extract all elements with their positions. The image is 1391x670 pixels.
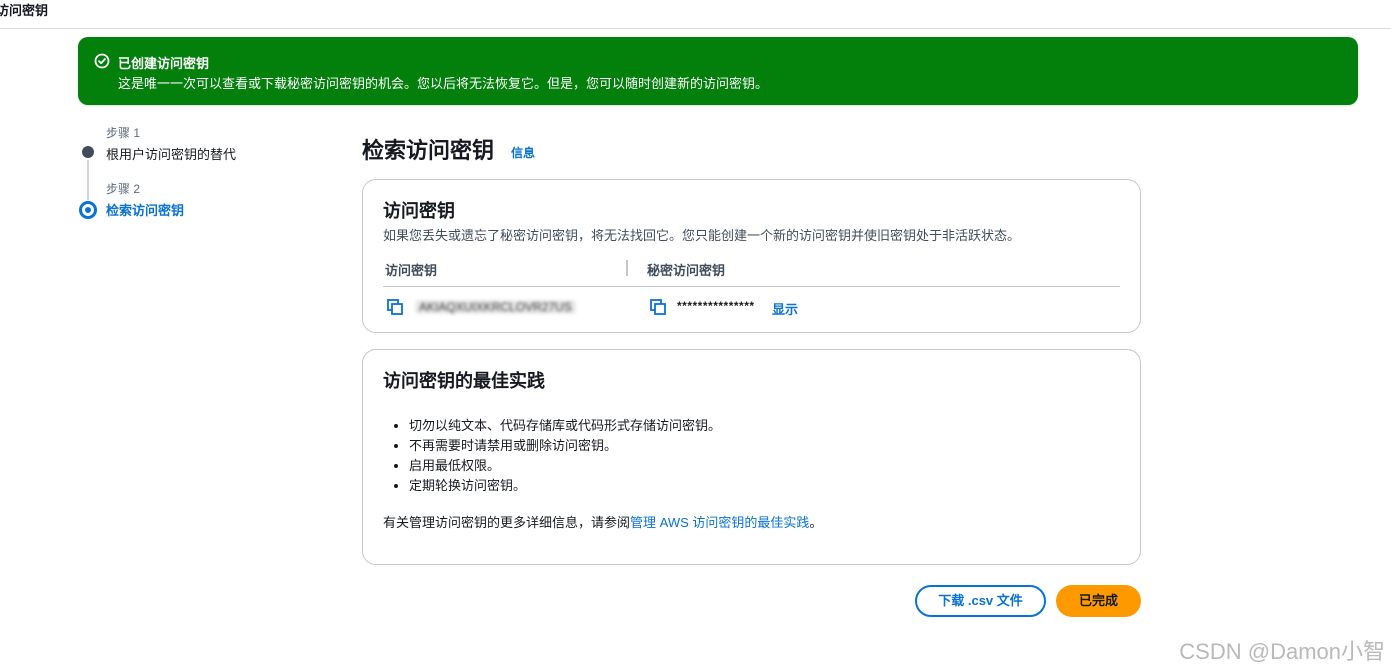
watermark: CSDN @Damon小智: [1179, 639, 1385, 664]
secret-key-masked-value: ***************: [677, 299, 755, 313]
wizard-steps: 步骤 1 根用户访问密钥的替代 步骤 2 检索访问密钥: [78, 120, 338, 230]
list-item: 不再需要时请禁用或删除访问密钥。: [409, 436, 721, 456]
step-connector-line: [87, 160, 89, 200]
column-header-access-key: 访问密钥: [385, 263, 438, 278]
flash-title: 已创建访问密钥: [118, 56, 210, 71]
best-practices-more-info: 有关管理访问密钥的更多详细信息，请参阅管理 AWS 访问密钥的最佳实践。: [383, 512, 822, 531]
access-key-card-title: 访问密钥: [383, 201, 455, 221]
list-item: 定期轮换访问密钥。: [409, 476, 721, 496]
column-header-secret-key: 秘密访问密钥: [647, 263, 726, 278]
best-practices-list: 切勿以纯文本、代码存储库或代码形式存储访问密钥。 不再需要时请禁用或删除访问密钥…: [383, 416, 721, 496]
table-divider: [383, 286, 1120, 287]
check-circle-icon: [94, 53, 110, 69]
info-link[interactable]: 信息: [511, 144, 535, 161]
best-practices-card: 访问密钥的最佳实践 切勿以纯文本、代码存储库或代码形式存储访问密钥。 不再需要时…: [362, 349, 1141, 565]
success-flash-banner: 已创建访问密钥 这是唯一一次可以查看或下载秘密访问密钥的机会。您以后将无法恢复它…: [78, 37, 1358, 105]
step-1-number: 步骤 1: [106, 126, 141, 140]
list-item: 启用最低权限。: [409, 456, 721, 476]
breadcrumb[interactable]: 访问密钥: [0, 0, 48, 19]
step-1-completed-dot: [82, 146, 94, 158]
access-key-value: AKIAQXUIXKRCLOVR27US: [415, 300, 576, 314]
show-secret-link[interactable]: 显示: [772, 299, 798, 318]
page-title: 检索访问密钥: [362, 138, 495, 163]
best-practices-link[interactable]: 管理 AWS 访问密钥的最佳实践: [630, 515, 809, 530]
copy-icon[interactable]: [387, 299, 403, 315]
list-item: 切勿以纯文本、代码存储库或代码形式存储访问密钥。: [409, 416, 721, 436]
step-2-number: 步骤 2: [106, 182, 141, 196]
done-button[interactable]: 已完成: [1056, 585, 1141, 617]
column-divider: [626, 260, 628, 276]
more-info-suffix: 。: [809, 515, 823, 530]
step-2-active-dot: [79, 201, 97, 219]
download-csv-button[interactable]: 下载 .csv 文件: [915, 585, 1046, 617]
access-key-description: 如果您丢失或遗忘了秘密访问密钥，将无法找回它。您只能创建一个新的访问密钥并使旧密…: [383, 228, 1021, 243]
more-info-prefix: 有关管理访问密钥的更多详细信息，请参阅: [383, 515, 631, 530]
top-bar: 访问密钥: [0, 0, 1391, 29]
step-2-label: 检索访问密钥: [106, 203, 185, 218]
step-1-label[interactable]: 根用户访问密钥的替代: [106, 144, 236, 163]
best-practices-title: 访问密钥的最佳实践: [383, 371, 545, 391]
flash-message: 这是唯一一次可以查看或下载秘密访问密钥的机会。您以后将无法恢复它。但是，您可以随…: [118, 76, 769, 91]
access-key-card: 访问密钥 如果您丢失或遗忘了秘密访问密钥，将无法找回它。您只能创建一个新的访问密…: [362, 179, 1141, 333]
copy-icon[interactable]: [650, 299, 666, 315]
